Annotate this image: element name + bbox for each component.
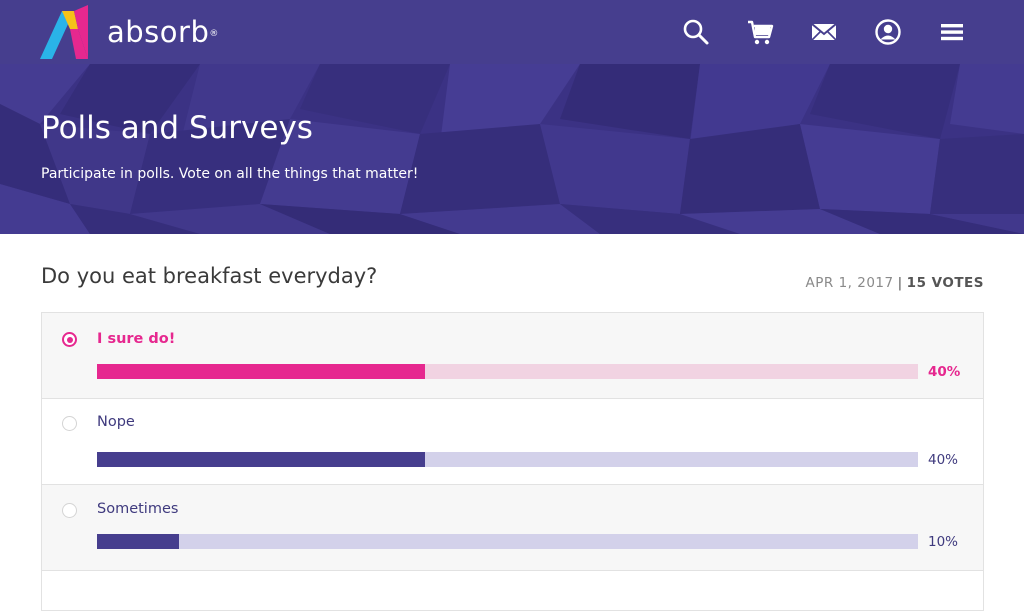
- poll-option-partial[interactable]: [42, 571, 983, 611]
- option-label: Sometimes: [97, 501, 179, 517]
- option-percent: 40%: [928, 364, 961, 380]
- brand-name: absorb: [107, 15, 210, 49]
- option-percent: 40%: [928, 452, 959, 468]
- radio-unselected[interactable]: [62, 416, 77, 431]
- radio-unselected[interactable]: [62, 503, 77, 518]
- top-nav-bar: absorb®: [0, 0, 1024, 64]
- registered-mark: ®: [209, 29, 219, 39]
- page-subtitle: Participate in polls. Vote on all the th…: [41, 166, 419, 182]
- poll-option-sometimes[interactable]: Sometimes 10%: [42, 485, 983, 571]
- brand-wordmark[interactable]: absorb®: [107, 14, 219, 50]
- meta-separator: |: [897, 275, 903, 291]
- search-icon[interactable]: [680, 16, 712, 48]
- option-label: I sure do!: [97, 331, 176, 347]
- poll-meta: APR 1, 2017 | 15 VOTES: [806, 273, 984, 293]
- hero-pattern: [0, 64, 1024, 234]
- poll-option-nope[interactable]: Nope 40%: [42, 399, 983, 485]
- cart-icon[interactable]: [744, 16, 776, 48]
- profile-icon[interactable]: [872, 16, 904, 48]
- poll-options: I sure do! 40% Nope 40% Sometimes 10%: [41, 312, 984, 611]
- option-percent: 10%: [928, 534, 959, 550]
- radio-selected[interactable]: [62, 332, 77, 347]
- hero-banner: Polls and Surveys Participate in polls. …: [0, 64, 1024, 234]
- poll-option-i-sure-do[interactable]: I sure do! 40%: [42, 313, 983, 399]
- page-title: Polls and Surveys: [41, 110, 313, 146]
- result-bar-track: [97, 364, 918, 379]
- result-bar-track: [97, 534, 918, 549]
- result-bar-track: [97, 452, 918, 467]
- vote-count: 15 VOTES: [906, 275, 984, 291]
- poll-question: Do you eat breakfast everyday?: [41, 264, 378, 288]
- result-bar-fill: [97, 364, 426, 379]
- poll-date: APR 1, 2017: [805, 275, 894, 291]
- option-label: Nope: [97, 414, 135, 430]
- result-bar-fill: [97, 452, 426, 467]
- menu-icon[interactable]: [936, 16, 968, 48]
- absorb-logo[interactable]: [40, 5, 92, 59]
- mail-icon[interactable]: [808, 16, 840, 48]
- result-bar-fill: [97, 534, 180, 549]
